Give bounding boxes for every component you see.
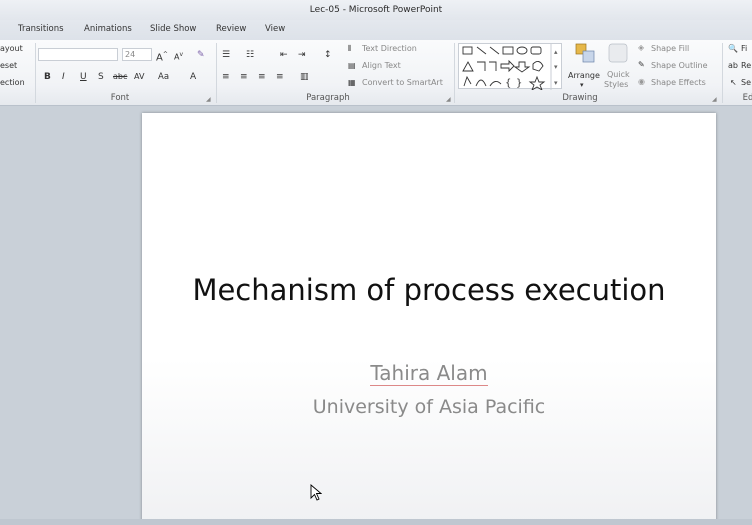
line-spacing-icon[interactable]: ↕ [324,48,332,62]
slide-title[interactable]: Mechanism of process execution [142,273,716,307]
decrease-indent-icon[interactable]: ⇤ [280,48,288,62]
slide-canvas[interactable]: Mechanism of process execution Tahira Al… [142,113,716,523]
slide-author[interactable]: Tahira Alam [142,361,716,386]
align-center-icon[interactable]: ≡ [240,70,248,84]
grow-font-icon[interactable]: A^ [156,48,168,63]
font-launcher-icon[interactable]: ◢ [206,96,211,103]
paragraph-launcher-icon[interactable]: ◢ [446,96,451,103]
replace-button[interactable]: Re [741,61,751,70]
arrange-button[interactable]: Arrange [568,71,600,80]
shape-outline-icon[interactable]: ✎ [638,60,645,69]
shape-effects-button[interactable]: Shape Effects [651,78,706,87]
tab-animations[interactable]: Animations [84,24,132,34]
align-right-icon[interactable]: ≡ [258,70,266,84]
find-button[interactable]: Fi [741,44,747,53]
bottom-strip [0,519,752,525]
shape-outline-button[interactable]: Shape Outline [651,61,708,70]
columns-icon[interactable]: ▥ [300,70,309,84]
svg-text:▾: ▾ [554,63,558,71]
text-direction-icon[interactable]: ⫴ [348,44,351,54]
shape-effects-icon[interactable]: ◉ [638,77,645,86]
layout-button[interactable]: ayout [0,44,23,53]
change-case-button[interactable]: Aa [158,70,169,84]
clear-format-icon[interactable]: ✎ [197,48,205,62]
justify-icon[interactable]: ≡ [276,70,284,84]
quick-styles-label-2[interactable]: Styles [604,80,628,89]
drawing-launcher-icon[interactable]: ◢ [712,96,717,103]
mouse-cursor-icon [310,484,322,501]
align-text-button[interactable]: Align Text [362,61,401,70]
arrange-icon[interactable] [573,42,597,68]
italic-button[interactable]: I [62,70,65,84]
window-title: Lec-05 - Microsoft PowerPoint [309,5,443,15]
quick-styles-icon[interactable] [606,42,630,68]
align-left-icon[interactable]: ≡ [222,70,230,84]
char-spacing-button[interactable]: AV [134,70,144,84]
shapes-gallery-icon: { } ▴ ▾ ▾ [462,44,558,92]
slide-institution[interactable]: University of Asia Pacific [142,396,716,418]
increase-indent-icon[interactable]: ⇥ [298,48,306,62]
shape-fill-button[interactable]: Shape Fill [651,44,689,53]
ribbon-tabs: Transitions Animations Slide Show Review… [0,20,752,40]
shrink-font-icon[interactable]: Av [174,48,183,62]
separator [35,43,36,103]
separator [216,43,217,103]
font-color-button[interactable]: A [190,70,196,84]
text-direction-button[interactable]: Text Direction [362,44,417,53]
tab-view[interactable]: View [265,24,285,34]
font-name-input[interactable] [38,48,118,61]
reset-button[interactable]: eset [0,61,17,70]
shape-fill-icon[interactable]: ◈ [638,43,644,52]
font-group-label: Font [110,93,130,103]
paragraph-group-label: Paragraph [306,93,350,103]
svg-text:▾: ▾ [554,79,558,87]
strikethrough-button[interactable]: abc [113,70,127,84]
editing-group-label: Ed [742,93,752,103]
tab-slide-show[interactable]: Slide Show [150,24,196,34]
smartart-icon[interactable]: ▦ [348,78,356,87]
ribbon: ayout eset ection 24 A^ Av ✎ B I U S abc… [0,40,752,106]
separator [722,43,723,103]
quick-styles-label-1[interactable]: Quick [607,70,630,79]
replace-icon[interactable]: ab [728,61,738,70]
select-icon[interactable]: ↖ [730,78,737,87]
select-button[interactable]: Se [741,78,751,87]
tab-transitions[interactable]: Transitions [18,24,64,34]
bullets-icon[interactable]: ☰ [222,48,230,62]
convert-smartart-button[interactable]: Convert to SmartArt [362,78,443,87]
tab-review[interactable]: Review [216,24,246,34]
shapes-gallery[interactable]: { } ▴ ▾ ▾ [458,43,562,92]
window-title-bar: Lec-05 - Microsoft PowerPoint [0,0,752,20]
drawing-group-label: Drawing [562,93,598,103]
svg-text:{: { [505,78,511,89]
shadow-button[interactable]: S [98,70,104,84]
arrange-dropdown-icon[interactable]: ▾ [580,81,584,89]
find-icon[interactable]: 🔍 [728,44,738,53]
font-size-input[interactable]: 24 [122,48,152,61]
slide-editing-area: Mechanism of process execution Tahira Al… [0,106,752,525]
bold-button[interactable]: B [44,70,51,84]
align-text-icon[interactable]: ▤ [348,61,356,70]
svg-text:▴: ▴ [554,48,558,56]
numbering-icon[interactable]: ☷ [246,48,254,62]
section-button[interactable]: ection [0,78,25,87]
separator [454,43,455,103]
slide-author-text: Tahira Alam [370,361,488,386]
underline-button[interactable]: U [80,70,87,84]
svg-text:}: } [516,78,522,89]
